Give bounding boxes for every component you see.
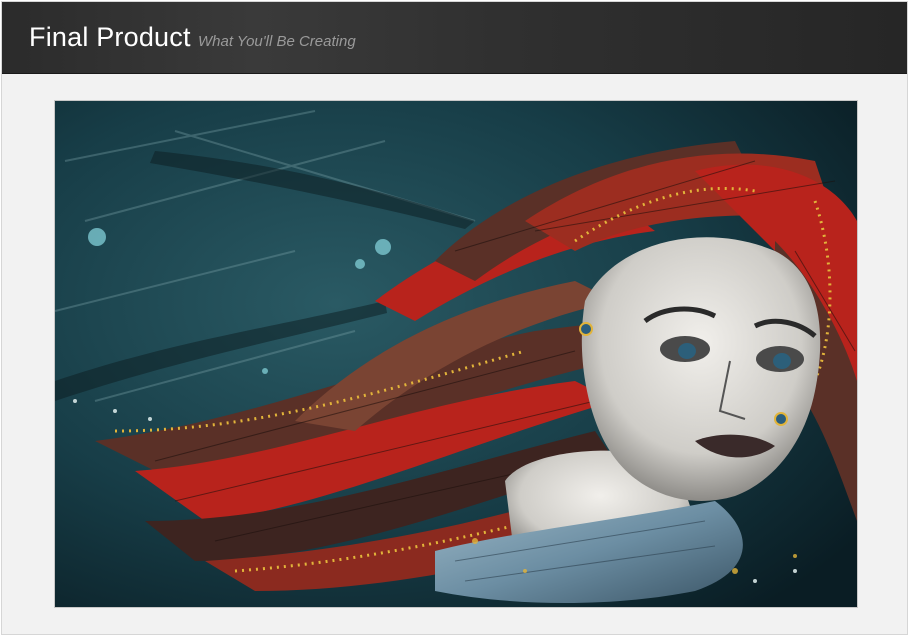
panel-header: Final Product What You'll Be Creating xyxy=(2,2,907,74)
tutorial-panel: Final Product What You'll Be Creating xyxy=(1,1,908,635)
final-product-image xyxy=(54,100,858,608)
page-subtitle: What You'll Be Creating xyxy=(198,33,356,50)
page-title: Final Product xyxy=(29,22,191,52)
illustration-image xyxy=(55,101,857,607)
